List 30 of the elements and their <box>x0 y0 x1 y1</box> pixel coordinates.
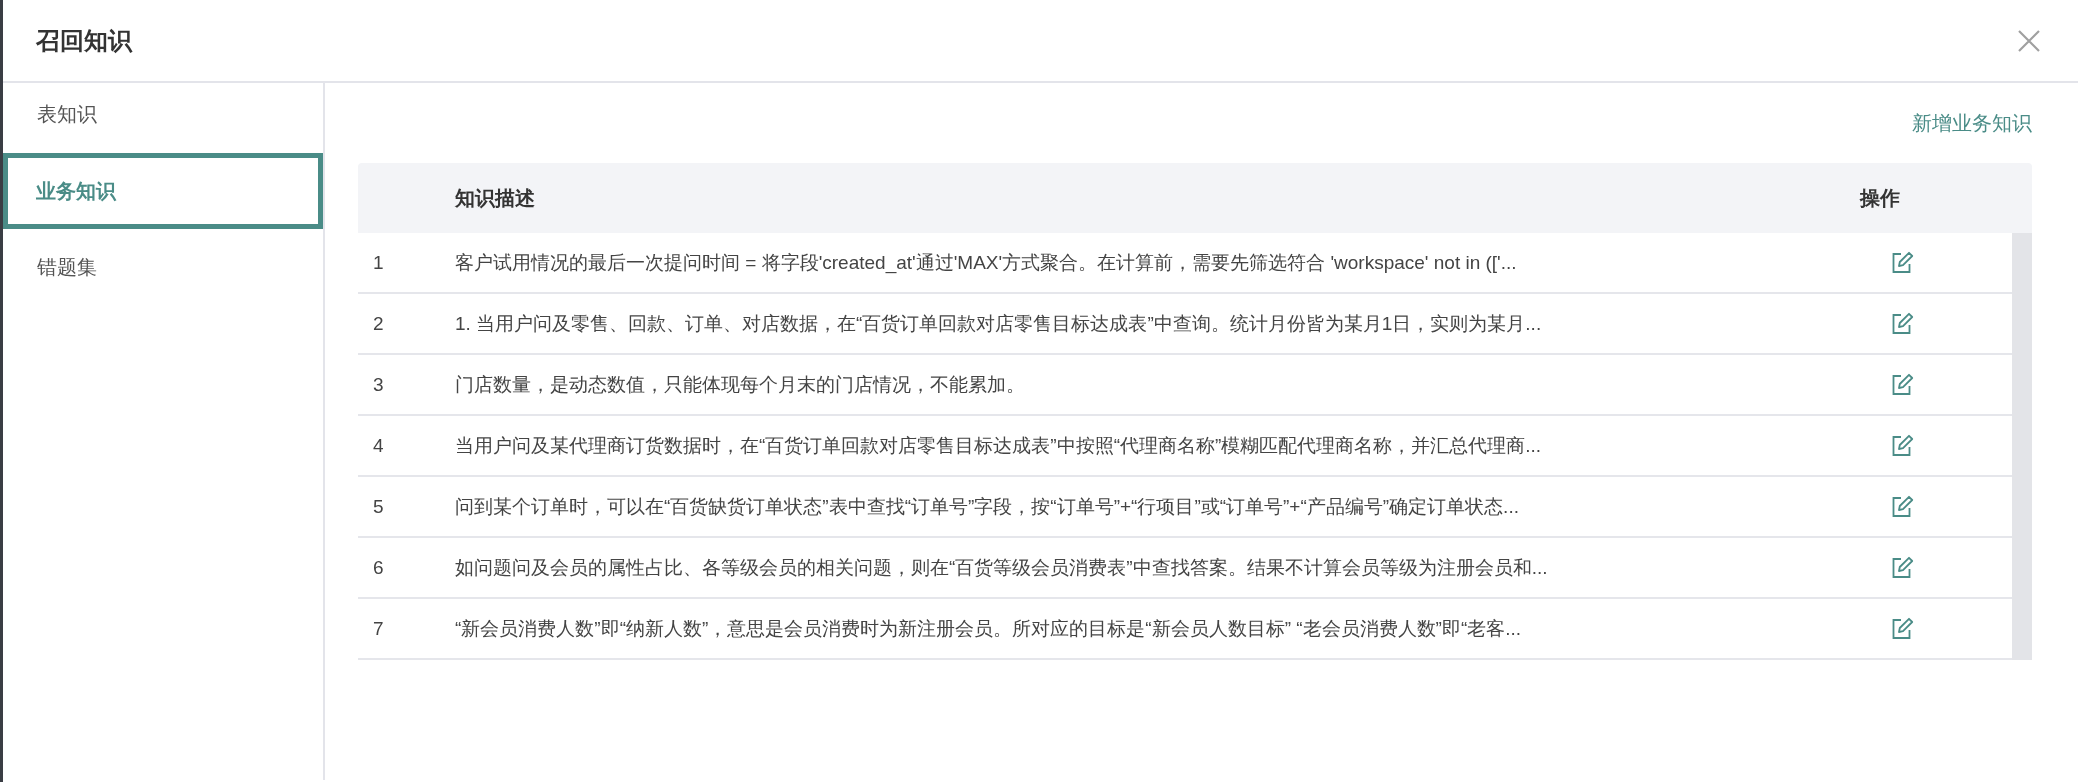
edit-icon[interactable] <box>1890 555 1914 580</box>
table-cell-text: 2 <box>372 312 385 335</box>
edit-icon[interactable] <box>1890 372 1914 397</box>
table-cell-text: 如问题问及会员的属性占比、各等级会员的相关问题，则在“百货等级会员消费表”中查找答案。结果不计算会员等级为注册会员和... <box>455 555 1549 580</box>
table-cell-text: 1 <box>372 251 385 274</box>
column-header: 操作 <box>1860 185 1901 211</box>
close-icon[interactable] <box>2016 27 2042 54</box>
table-cell-text: 当用户问及某代理商订货数据时，在“百货订单回款对店零售目标达成表”中按照“代理商名称”模糊匹配代理商名称，并汇总代理商... <box>455 433 1543 458</box>
table-cell-text: 7 <box>372 617 385 640</box>
edit-icon[interactable] <box>1890 311 1914 336</box>
table-cell-text: 门店数量，是动态数值，只能体现每个月末的门店情况，不能累加。 <box>455 372 1026 397</box>
table-cell-text: 问到某个订单时，可以在“百货缺货订单状态”表中查找“订单号”字段，按“订单号”+“行项目”或“订单号”+“产品编号”确定订单状态... <box>455 494 1520 519</box>
add-knowledge-link[interactable]: 新增业务知识 <box>1912 109 2032 137</box>
scrollbar[interactable] <box>2012 233 2032 660</box>
table-cell-text: 3 <box>372 373 385 396</box>
edit-icon[interactable] <box>1890 494 1914 519</box>
table-cell-text: 1. 当用户问及零售、回款、订单、对店数据，在“百货订单回款对店零售目标达成表”中查询。统计月份皆为某月1日，实则为某月... <box>455 311 1543 336</box>
table-cell-text: “新会员消费人数”即“纳新人数”，意思是会员消费时为新注册会员。所对应的目标是“新会员人数目标” “老会员消费人数”即“老客... <box>455 616 1523 641</box>
sidebar-item[interactable]: 错题集 <box>3 237 323 297</box>
column-header: 知识描述 <box>455 185 536 211</box>
table-cell-text: 客户试用情况的最后一次提问时间 = 将字段'created_at'通过'MAX'方式聚合。在计算前，需要先筛选符合 'workspace' not in (['... <box>455 250 1518 276</box>
sidebar-item[interactable]: 业务知识 <box>3 153 323 229</box>
edit-icon[interactable] <box>1890 433 1914 458</box>
table-cell-text: 6 <box>372 556 385 579</box>
edit-icon[interactable] <box>1890 616 1914 641</box>
sidebar-item[interactable]: 表知识 <box>3 83 323 145</box>
dialog-title: 召回知识 <box>36 25 132 56</box>
table-cell-text: 5 <box>372 495 385 518</box>
edit-icon[interactable] <box>1890 250 1914 275</box>
table-cell-text: 4 <box>372 434 385 457</box>
